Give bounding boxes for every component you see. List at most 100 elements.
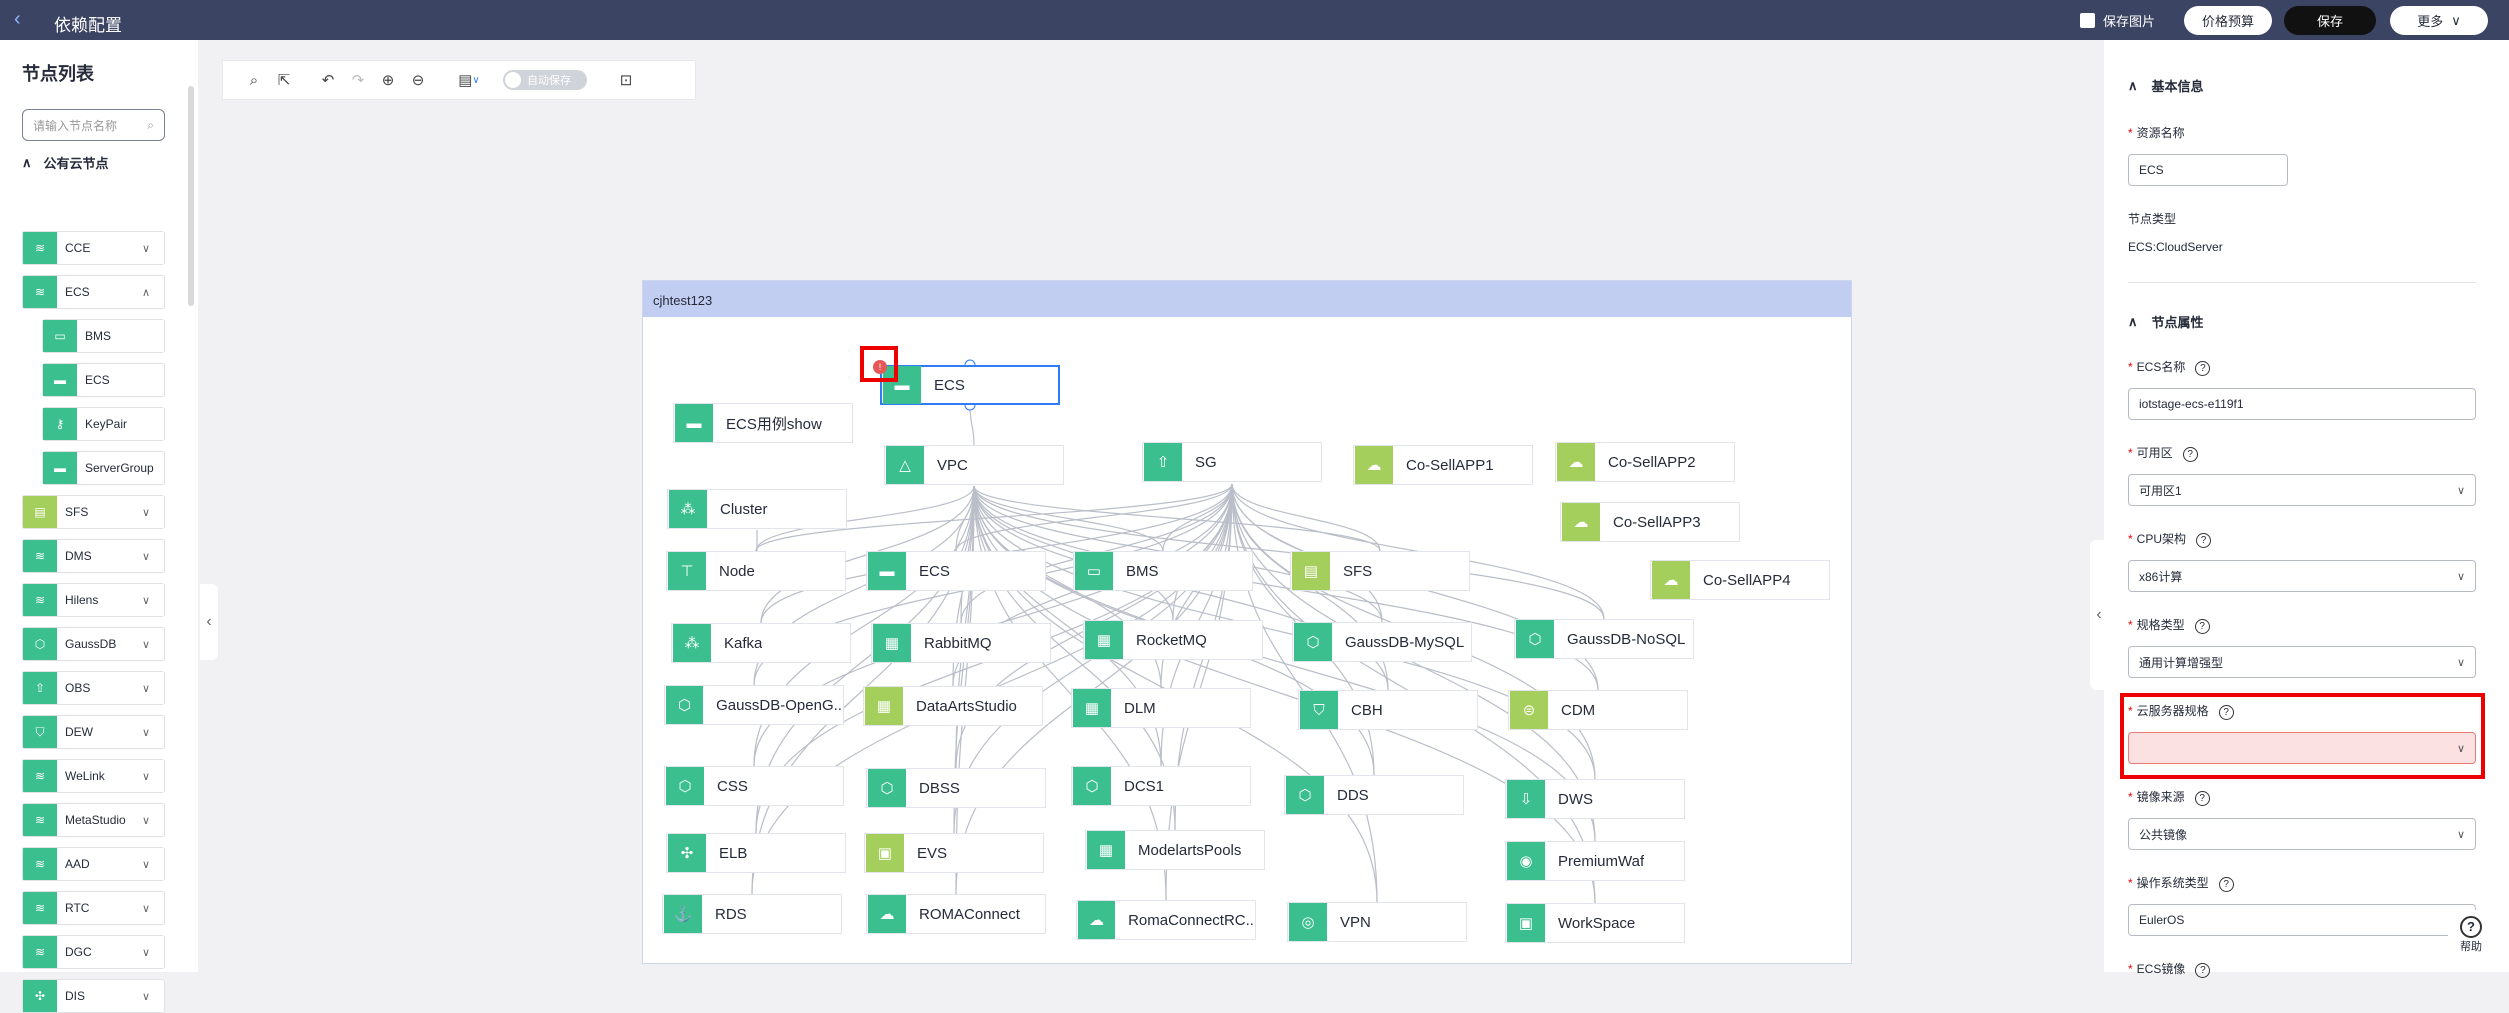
sidebar-item-rtc[interactable]: ≋ RTC ∨ (22, 891, 165, 925)
diagram-node-rabbitmq[interactable]: ▦ RabbitMQ (871, 623, 1051, 663)
diagram-node-sg[interactable]: ⇧ SG (1142, 442, 1322, 482)
chevron-icon[interactable]: ∨ (142, 902, 164, 915)
zoom-in-icon[interactable]: ⊕ (373, 65, 403, 95)
help-icon[interactable]: ? (2182, 447, 2198, 462)
save-picture-checkbox[interactable]: 保存图片 (2080, 11, 2155, 30)
cpu-arch-select[interactable]: x86计算 ∨ (2128, 560, 2476, 592)
help-icon[interactable]: ? (2194, 791, 2210, 806)
diagram-node-gaussnosql[interactable]: ⬡ GaussDB-NoSQL (1514, 619, 1694, 659)
help-button[interactable]: ? 帮助 (2448, 910, 2494, 962)
sidebar-item-welink[interactable]: ≋ WeLink ∨ (22, 759, 165, 793)
diagram-node-gaussopen[interactable]: ⬡ GaussDB-OpenG... (664, 685, 844, 725)
checkbox-icon[interactable] (2080, 13, 2095, 28)
diagram-node-cbh[interactable]: ⛉ CBH (1298, 690, 1478, 730)
diagram-node-ecs2[interactable]: ▬ ECS (866, 551, 1046, 591)
sidebar-item-hilens[interactable]: ≋ Hilens ∨ (22, 583, 165, 617)
sidebar-item-ecs[interactable]: ≋ ECS ∧ (22, 275, 165, 309)
diagram-node-css[interactable]: ⬡ CSS (664, 766, 844, 806)
image-source-select[interactable]: 公共镜像 ∨ (2128, 818, 2476, 850)
undo-icon[interactable]: ↶ (313, 65, 343, 95)
chevron-icon[interactable]: ∨ (142, 726, 164, 739)
more-button[interactable]: 更多 ∨ (2390, 6, 2488, 35)
diagram-node-modelarts[interactable]: ▦ ModelartsPools (1085, 830, 1265, 870)
sidebar-item-obs[interactable]: ⇧ OBS ∨ (22, 671, 165, 705)
spec-type-select[interactable]: 通用计算增强型 ∨ (2128, 646, 2476, 678)
help-icon[interactable]: ? (2195, 361, 2211, 376)
sidebar-item-keypair[interactable]: ⚷ KeyPair (42, 407, 165, 441)
help-icon[interactable]: ? (2196, 533, 2212, 548)
diagram-node-dbss[interactable]: ⬡ DBSS (866, 768, 1046, 808)
diagram-node-romaconnect[interactable]: ☁ ROMAConnect (866, 894, 1046, 934)
sidebar-item-ecs[interactable]: ▬ ECS (42, 363, 165, 397)
layout-dropdown-icon[interactable]: ▤ ∨ (447, 65, 491, 95)
diagram-node-node[interactable]: ⊤ Node (666, 551, 846, 591)
chevron-icon[interactable]: ∨ (142, 990, 164, 1003)
sidebar-item-cce[interactable]: ≋ CCE ∨ (22, 231, 165, 265)
price-estimate-button[interactable]: 价格预算 (2184, 6, 2272, 35)
redo-icon[interactable]: ↷ (343, 65, 373, 95)
diagram-node-cosell4[interactable]: ☁ Co-SellAPP4 (1650, 560, 1830, 600)
diagram-node-cosell2[interactable]: ☁ Co-SellAPP2 (1555, 442, 1735, 482)
diagram-node-rocketmq[interactable]: ▦ RocketMQ (1083, 620, 1263, 660)
diagram-node-dcs1[interactable]: ⬡ DCS1 (1071, 766, 1251, 806)
diagram-node-dataarts[interactable]: ▦ DataArtsStudio (863, 686, 1043, 726)
chevron-icon[interactable]: ∨ (142, 682, 164, 695)
diagram-node-dws[interactable]: ⇩ DWS (1505, 779, 1685, 819)
diagram-node-evs[interactable]: ▣ EVS (864, 833, 1044, 873)
chevron-icon[interactable]: ∨ (142, 638, 164, 651)
export-icon[interactable]: ⇱ (269, 65, 299, 95)
autosave-toggle[interactable]: 自动保存 (503, 70, 587, 90)
diagram-node-cosell3[interactable]: ☁ Co-SellAPP3 (1560, 502, 1740, 542)
sidebar-item-servergroup[interactable]: ▬ ServerGroup (42, 451, 165, 485)
diagram-node-dds[interactable]: ⬡ DDS (1284, 775, 1464, 815)
chevron-icon[interactable]: ∨ (142, 858, 164, 871)
diagram-node-gaussmysql[interactable]: ⬡ GaussDB-MySQL (1292, 622, 1472, 662)
search-icon[interactable]: ⌕ (239, 65, 269, 95)
ecs-name-input[interactable]: iotstage-ecs-e119f1 (2128, 388, 2476, 420)
diagram-node-bms[interactable]: ▭ BMS (1073, 551, 1253, 591)
basic-info-section[interactable]: ∧ 基本信息 (2128, 76, 2204, 95)
sidebar-item-dms[interactable]: ≋ DMS ∨ (22, 539, 165, 573)
resource-name-input[interactable]: ECS (2128, 154, 2288, 186)
chevron-icon[interactable]: ∧ (142, 286, 164, 299)
diagram-node-rds[interactable]: ⚓ RDS (662, 894, 842, 934)
sidebar-item-aad[interactable]: ≋ AAD ∨ (22, 847, 165, 881)
az-select[interactable]: 可用区1 ∨ (2128, 474, 2476, 506)
collapse-left-panel-button[interactable]: ‹ (200, 584, 218, 660)
diagram-node-cluster[interactable]: ⁂ Cluster (667, 489, 847, 529)
back-arrow-icon[interactable]: ‹ (14, 8, 21, 31)
diagram-node-cosell1[interactable]: ☁ Co-SellAPP1 (1353, 445, 1533, 485)
fit-screen-icon[interactable]: ⊡ (611, 65, 641, 95)
diagram-node-dlm[interactable]: ▦ DLM (1071, 688, 1251, 728)
diagram-node-workspace[interactable]: ▣ WorkSpace (1505, 903, 1685, 943)
diagram-node-vpc[interactable]: △ VPC (884, 445, 1064, 485)
zoom-out-icon[interactable]: ⊖ (403, 65, 433, 95)
sidebar-item-bms[interactable]: ▭ BMS (42, 319, 165, 353)
diagram-node-premiumwaf[interactable]: ◉ PremiumWaf (1505, 841, 1685, 881)
sidebar-scrollbar[interactable] (188, 86, 194, 306)
sidebar-item-dis[interactable]: ✣ DIS ∨ (22, 979, 165, 1013)
help-icon[interactable]: ? (2195, 963, 2211, 978)
diagram-node-vpn[interactable]: ◎ VPN (1287, 902, 1467, 942)
public-cloud-group[interactable]: ∧ 公有云节点 (22, 153, 109, 172)
diagram-node-ecs-main[interactable]: ▬ ECS (880, 365, 1060, 405)
help-icon[interactable]: ? (2194, 619, 2210, 634)
diagram-node-romaconnectrc[interactable]: ☁ RomaConnectRC... (1076, 900, 1256, 940)
diagram-node-ecsshow[interactable]: ▬ ECS用例show (673, 403, 853, 443)
node-props-section[interactable]: ∧ 节点属性 (2128, 312, 2204, 331)
sidebar-item-dgc[interactable]: ≋ DGC ∨ (22, 935, 165, 969)
sidebar-item-metastudio[interactable]: ≋ MetaStudio ∨ (22, 803, 165, 837)
diagram-node-kafka[interactable]: ⁂ Kafka (671, 623, 851, 663)
os-type-select[interactable]: EulerOS∨ (2128, 904, 2476, 936)
chevron-icon[interactable]: ∨ (142, 594, 164, 607)
diagram-node-sfs[interactable]: ▤ SFS (1290, 551, 1470, 591)
chevron-icon[interactable]: ∨ (142, 770, 164, 783)
help-icon[interactable]: ? (2218, 877, 2234, 892)
chevron-icon[interactable]: ∨ (142, 946, 164, 959)
sidebar-item-dew[interactable]: ⛉ DEW ∨ (22, 715, 165, 749)
sidebar-item-sfs[interactable]: ▤ SFS ∨ (22, 495, 165, 529)
chevron-icon[interactable]: ∨ (142, 506, 164, 519)
chevron-icon[interactable]: ∨ (142, 242, 164, 255)
node-search-input[interactable]: 请输入节点名称 ⌕ (22, 109, 165, 141)
sidebar-item-gaussdb[interactable]: ⬡ GaussDB ∨ (22, 627, 165, 661)
